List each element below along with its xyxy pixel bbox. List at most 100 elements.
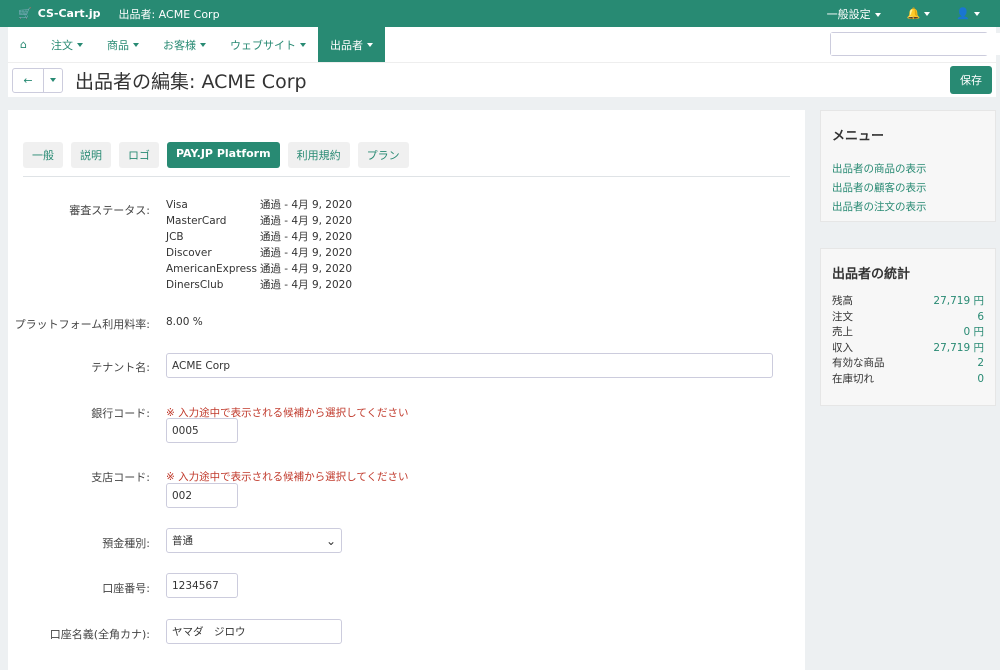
stat-value: 0 円 bbox=[963, 326, 984, 338]
card-brand-name: Discover bbox=[166, 247, 212, 259]
search-input[interactable] bbox=[831, 33, 1000, 55]
stat-label: 注文 bbox=[832, 310, 853, 323]
notifications-menu[interactable]: 🔔 bbox=[907, 7, 931, 20]
fee-value: 8.00 % bbox=[166, 316, 203, 328]
card-brand-name: Visa bbox=[166, 199, 188, 211]
page-title: 出品者の編集: ACME Corp bbox=[75, 70, 307, 93]
nav-website[interactable]: ウェブサイト bbox=[218, 27, 318, 62]
account-type-value: 普通 bbox=[172, 535, 193, 547]
stat-row: 在庫切れ 0 bbox=[832, 372, 984, 388]
top-bar: 🛒 CS-Cart.jp 出品者: ACME Corp 一般設定 🔔 👤 bbox=[0, 0, 1000, 27]
stat-row: 残高 27,719 円 bbox=[832, 294, 984, 310]
fee-label: プラットフォーム利用料率: bbox=[14, 318, 150, 331]
cart-icon: 🛒 bbox=[18, 7, 32, 20]
stat-label: 売上 bbox=[832, 326, 853, 338]
stat-label: 有効な商品 bbox=[832, 357, 885, 369]
card-brand-row: MasterCard 通過 - 4月 9, 2020 bbox=[166, 213, 352, 229]
bank-code-input[interactable]: 0005 bbox=[166, 418, 238, 443]
review-status-table: Visa 通過 - 4月 9, 2020 MasterCard 通過 - 4月 9, … bbox=[166, 197, 352, 293]
stats-panel: 出品者の統計 残高 27,719 円注文 6 売上 0 円収入 27,719 円有効な商品… bbox=[820, 248, 996, 406]
tenant-label: テナント名: bbox=[91, 361, 150, 374]
tab-terms[interactable]: 利用規約 bbox=[287, 142, 350, 168]
view-vendor-products-link[interactable]: 出品者の商品の表示 bbox=[832, 160, 984, 179]
view-vendor-orders-link[interactable]: 出品者の注文の表示 bbox=[832, 198, 984, 217]
nav-label: 注文 bbox=[50, 38, 73, 52]
stat-value: 0 bbox=[977, 372, 984, 385]
tab-general[interactable]: 一般 bbox=[23, 142, 63, 168]
view-vendor-customers-link[interactable]: 出品者の顧客の表示 bbox=[832, 179, 984, 198]
nav-label: 出品者 bbox=[329, 38, 363, 52]
user-icon: 👤 bbox=[956, 7, 970, 20]
nav-label: ウェブサイト bbox=[229, 38, 296, 52]
stat-value: 6 bbox=[977, 310, 984, 323]
stat-row: 収入 27,719 円 bbox=[832, 341, 984, 357]
save-button[interactable]: 保存 bbox=[950, 66, 992, 94]
card-brand-status: 通過 - 4月 9, 2020 bbox=[259, 199, 353, 211]
nav-label: 商品 bbox=[106, 38, 129, 52]
caret-down-icon bbox=[199, 42, 206, 47]
title-bar: ← 出品者の編集: ACME Corp 保存 bbox=[8, 62, 996, 97]
stats-title: 出品者の統計 bbox=[832, 267, 911, 282]
card-brand-name: AmericanExpress bbox=[166, 263, 257, 275]
tab-description[interactable]: 説明 bbox=[71, 142, 111, 168]
menu-title: メニュー bbox=[832, 129, 885, 144]
caret-down-icon[interactable] bbox=[44, 69, 62, 92]
account-number-input[interactable]: 1234567 bbox=[166, 573, 238, 598]
card-brand-row: JCB 通過 - 4月 9, 2020 bbox=[166, 229, 352, 245]
caret-down-icon bbox=[76, 42, 83, 47]
user-menu[interactable]: 👤 bbox=[956, 7, 980, 20]
main-panel: 一般 説明 ロゴ PAY.JP Platform 利用規約 プラン 審査ステータ… bbox=[8, 110, 805, 670]
nav-vendors[interactable]: 出品者 bbox=[317, 27, 385, 62]
account-holder-input[interactable]: ヤマダ ジロウ bbox=[166, 619, 342, 644]
caret-down-icon bbox=[299, 42, 306, 47]
search-box: ⚲ bbox=[830, 32, 1000, 56]
bank-code-label: 銀行コード: bbox=[91, 407, 150, 420]
settings-menu[interactable]: 一般設定 bbox=[827, 6, 881, 22]
stat-value: 27,719 円 bbox=[933, 295, 984, 307]
card-brand-row: Visa 通過 - 4月 9, 2020 bbox=[166, 197, 352, 213]
divider bbox=[23, 176, 790, 177]
card-brand-name: JCB bbox=[166, 231, 184, 243]
bell-icon: 🔔 bbox=[906, 7, 921, 20]
card-brand-status: 通過 - 4月 9, 2020 bbox=[259, 247, 353, 259]
tenant-input[interactable]: ACME Corp bbox=[166, 353, 773, 378]
card-brand-row: DinersClub 通過 - 4月 9, 2020 bbox=[166, 277, 352, 293]
caret-down-icon bbox=[132, 42, 139, 47]
nav-home[interactable]: ⌂ bbox=[8, 27, 39, 62]
caret-down-icon bbox=[366, 42, 373, 47]
card-brand-name: DinersClub bbox=[166, 279, 224, 291]
card-brand-name: MasterCard bbox=[166, 215, 227, 227]
stat-label: 残高 bbox=[832, 295, 853, 307]
tab-plan[interactable]: プラン bbox=[357, 142, 409, 168]
vendor-label: 出品者: ACME Corp bbox=[118, 7, 220, 21]
review-status-label: 審査ステータス: bbox=[69, 204, 150, 217]
stat-row: 注文 6 bbox=[832, 310, 984, 326]
branch-code-input[interactable]: 002 bbox=[166, 483, 238, 508]
brand-link[interactable]: 🛒 CS-Cart.jp bbox=[18, 7, 100, 20]
tab-payjp[interactable]: PAY.JP Platform bbox=[167, 142, 280, 168]
account-type-select[interactable]: 普通 ⌄ bbox=[166, 528, 342, 553]
nav-orders[interactable]: 注文 bbox=[39, 27, 95, 62]
main-nav: ⌂ 注文 商品 お客様 ウェブサイト 出品者 ⚲ bbox=[8, 27, 1000, 62]
back-arrow-icon[interactable]: ← bbox=[13, 68, 44, 92]
caret-down-icon bbox=[874, 12, 881, 17]
nav-customers[interactable]: お客様 bbox=[151, 27, 218, 62]
card-brand-status: 通過 - 4月 9, 2020 bbox=[259, 279, 353, 291]
caret-down-icon bbox=[924, 12, 931, 16]
tab-logo[interactable]: ロゴ bbox=[119, 142, 159, 168]
stat-label: 在庫切れ bbox=[832, 372, 874, 385]
stat-row: 有効な商品 2 bbox=[832, 356, 984, 372]
chevron-down-icon: ⌄ bbox=[325, 533, 336, 548]
branch-code-label: 支店コード: bbox=[91, 471, 150, 484]
account-type-label: 預金種別: bbox=[102, 537, 150, 550]
card-brand-row: AmericanExpress 通過 - 4月 9, 2020 bbox=[166, 261, 352, 277]
account-holder-label: 口座名義(全角カナ): bbox=[49, 628, 150, 641]
card-brand-status: 通過 - 4月 9, 2020 bbox=[259, 215, 353, 227]
stat-value: 2 bbox=[977, 357, 984, 369]
card-brand-row: Discover 通過 - 4月 9, 2020 bbox=[166, 245, 352, 261]
card-brand-status: 通過 - 4月 9, 2020 bbox=[259, 231, 353, 243]
account-number-label: 口座番号: bbox=[102, 582, 150, 595]
nav-products[interactable]: 商品 bbox=[95, 27, 151, 62]
menu-panel: メニュー 出品者の商品の表示 出品者の顧客の表示 出品者の注文の表示 bbox=[820, 110, 996, 222]
stat-value: 27,719 円 bbox=[933, 341, 984, 354]
